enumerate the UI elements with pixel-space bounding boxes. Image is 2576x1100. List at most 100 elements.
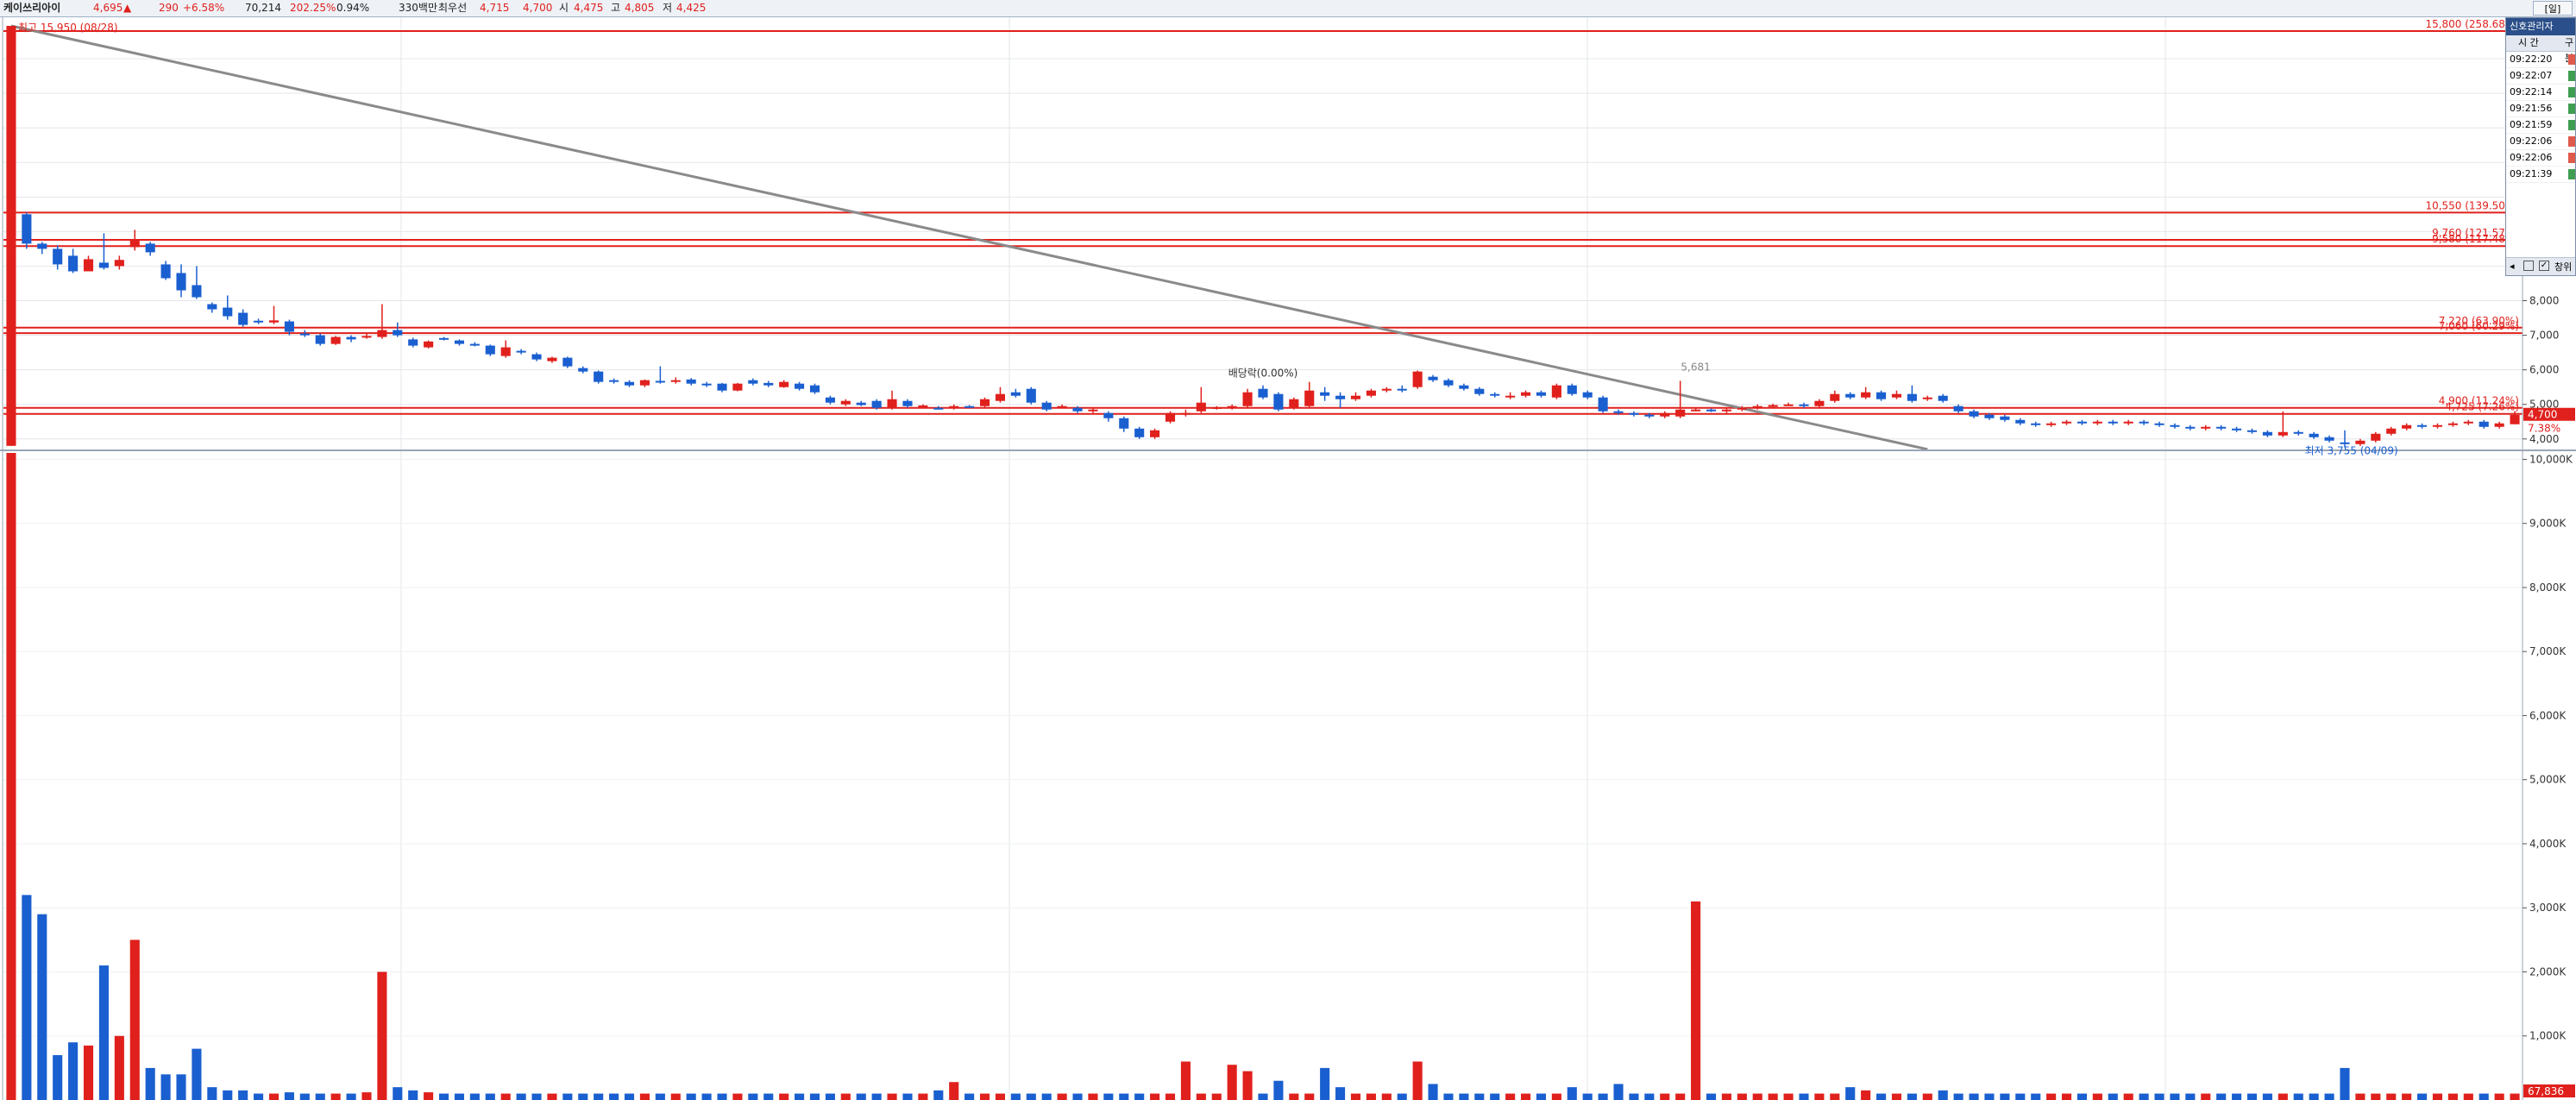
candle-body[interactable] <box>1598 397 1608 412</box>
volume-bar[interactable] <box>2293 1093 2303 1100</box>
window-option-label[interactable]: 창위 <box>2554 260 2572 273</box>
candle-body[interactable] <box>424 341 434 348</box>
candle-body[interactable] <box>578 368 588 372</box>
volume-bar[interactable] <box>609 1093 619 1100</box>
candle-body[interactable] <box>2386 428 2397 434</box>
volume-bar[interactable] <box>424 1092 434 1100</box>
volume-bar[interactable] <box>1227 1065 1237 1100</box>
volume-bar[interactable] <box>1706 1093 1717 1100</box>
volume-bar[interactable] <box>562 1093 573 1100</box>
candle-body[interactable] <box>1428 376 1438 380</box>
price-volume-chart[interactable]: 15,800 (258.68%)10,550 (139.50%)9,760 (1… <box>0 17 2576 1100</box>
volume-bar[interactable] <box>6 453 16 1100</box>
volume-bar[interactable] <box>732 1093 743 1100</box>
candle-body[interactable] <box>902 400 913 406</box>
candle-body[interactable] <box>1953 405 1963 412</box>
volume-bar[interactable] <box>1629 1093 1639 1100</box>
signal-manager-panel[interactable]: 신호관리자 시 간 구분 09:22:2009:22:0709:22:1409:… <box>2505 17 2576 276</box>
candle-body[interactable] <box>732 383 743 391</box>
volume-bar[interactable] <box>1350 1093 1361 1100</box>
volume-bar[interactable] <box>1737 1093 1747 1100</box>
candle-body[interactable] <box>2309 433 2319 437</box>
volume-bar[interactable] <box>1598 1093 1608 1100</box>
signal-row[interactable]: 09:21:56 <box>2506 101 2575 117</box>
candle-body[interactable] <box>361 336 372 338</box>
volume-bar[interactable] <box>176 1074 186 1100</box>
candle-body[interactable] <box>1721 409 1731 412</box>
candle-body[interactable] <box>2232 428 2242 431</box>
volume-bar[interactable] <box>1119 1093 1129 1100</box>
volume-bar[interactable] <box>361 1092 372 1100</box>
candle-body[interactable] <box>2123 421 2133 424</box>
candle-body[interactable] <box>1304 390 1315 406</box>
volume-bar[interactable] <box>655 1093 665 1100</box>
candle-body[interactable] <box>1536 392 1547 396</box>
candle-body[interactable] <box>763 382 774 386</box>
candle-body[interactable] <box>995 393 1006 401</box>
volume-bar[interactable] <box>438 1093 449 1100</box>
candle-body[interactable] <box>37 243 47 249</box>
candle-body[interactable] <box>1072 407 1083 412</box>
volume-bar[interactable] <box>1150 1093 1160 1100</box>
volume-bar[interactable] <box>330 1093 341 1100</box>
signal-row[interactable]: 09:22:06 <box>2506 150 2575 167</box>
candle-body[interactable] <box>299 333 310 336</box>
candle-body[interactable] <box>1289 399 1299 408</box>
volume-bar[interactable] <box>1474 1093 1485 1100</box>
volume-bar[interactable] <box>1443 1093 1454 1100</box>
volume-bar[interactable] <box>1072 1093 1083 1100</box>
candle-body[interactable] <box>1613 411 1624 413</box>
period-button[interactable]: [일] <box>2533 1 2573 16</box>
volume-bar[interactable] <box>1412 1061 1423 1100</box>
volume-bar[interactable] <box>809 1093 820 1100</box>
candle-body[interactable] <box>1551 385 1561 398</box>
volume-bar[interactable] <box>223 1090 233 1100</box>
candle-body[interactable] <box>1412 371 1423 387</box>
volume-bar[interactable] <box>22 895 32 1100</box>
volume-bar[interactable] <box>1459 1093 1469 1100</box>
volume-bar[interactable] <box>779 1093 789 1100</box>
candle-body[interactable] <box>2340 442 2350 444</box>
candle-body[interactable] <box>2246 430 2258 432</box>
volume-bar[interactable] <box>1551 1093 1561 1100</box>
candle-body[interactable] <box>1505 395 1516 398</box>
candle-body[interactable] <box>485 345 495 355</box>
settings-icon[interactable] <box>2523 261 2534 271</box>
candle-body[interactable] <box>1335 395 1346 399</box>
volume-bar[interactable] <box>1366 1093 1376 1100</box>
candle-body[interactable] <box>1397 388 1407 391</box>
candle-body[interactable] <box>1691 409 1701 412</box>
volume-bar[interactable] <box>594 1093 604 1100</box>
volume-bar[interactable] <box>639 1093 650 1100</box>
candle-body[interactable] <box>1134 428 1145 437</box>
candle-body[interactable] <box>2201 426 2211 429</box>
volume-bar[interactable] <box>918 1093 928 1100</box>
volume-bar[interactable] <box>933 1090 944 1100</box>
volume-bar[interactable] <box>114 1035 124 1100</box>
candle-body[interactable] <box>145 243 155 253</box>
volume-bar[interactable] <box>1691 901 1701 1100</box>
volume-bar[interactable] <box>1180 1061 1191 1100</box>
volume-bar[interactable] <box>2479 1093 2489 1100</box>
volume-bar[interactable] <box>98 965 109 1100</box>
candle-body[interactable] <box>1350 395 1361 399</box>
signal-row[interactable]: 09:22:20 <box>2506 52 2575 68</box>
volume-bar[interactable] <box>1876 1093 1887 1100</box>
volume-bar[interactable] <box>531 1093 542 1100</box>
volume-bar[interactable] <box>1660 1093 1670 1100</box>
candle-body[interactable] <box>979 399 990 406</box>
candle-body[interactable] <box>1474 388 1485 394</box>
candle-body[interactable] <box>2402 424 2412 429</box>
volume-bar[interactable] <box>1289 1093 1299 1100</box>
volume-bar[interactable] <box>1938 1090 1948 1100</box>
volume-bar[interactable] <box>1088 1093 1098 1100</box>
volume-bar[interactable] <box>1969 1093 1979 1100</box>
volume-bar[interactable] <box>1381 1093 1392 1100</box>
volume-bar[interactable] <box>254 1093 264 1100</box>
candle-body[interactable] <box>68 255 79 272</box>
signal-row[interactable]: 09:22:06 <box>2506 134 2575 150</box>
candle-body[interactable] <box>176 273 186 291</box>
candle-body[interactable] <box>377 330 387 337</box>
candle-body[interactable] <box>1381 388 1392 391</box>
candle-body[interactable] <box>2432 424 2443 427</box>
